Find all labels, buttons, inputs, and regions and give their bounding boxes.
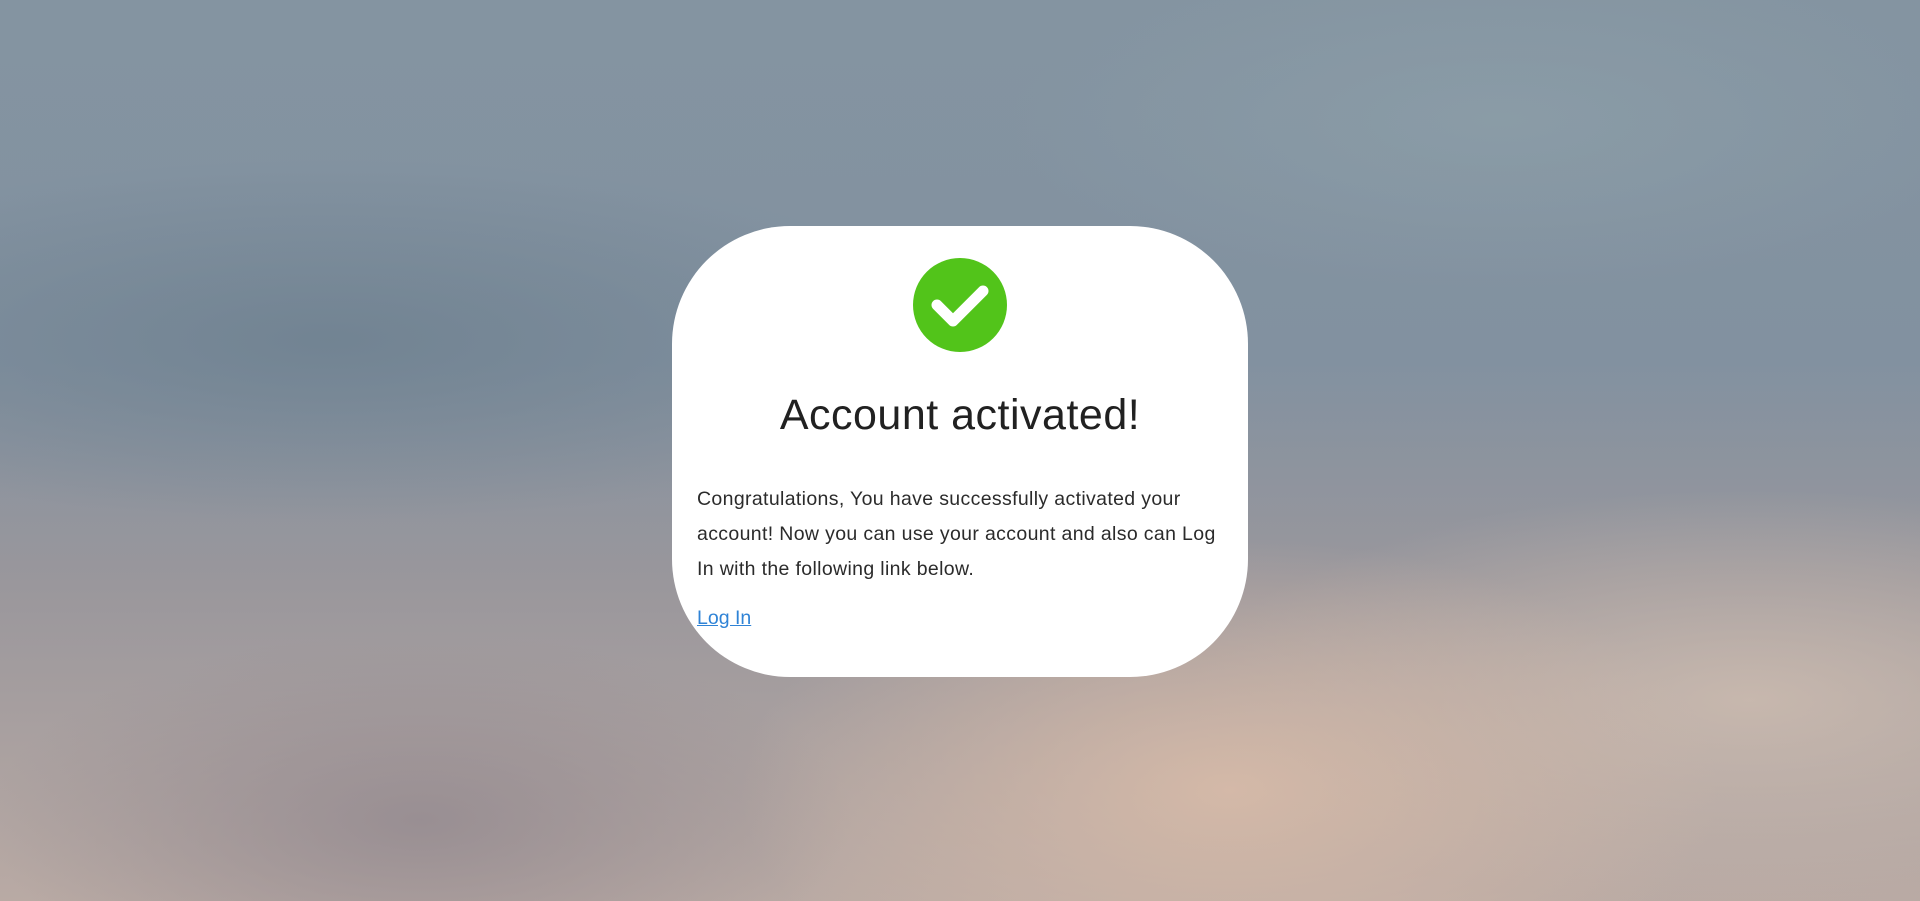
activation-card: Account activated! Congratulations, You …	[672, 226, 1248, 677]
login-link[interactable]: Log In	[697, 607, 751, 630]
page-title: Account activated!	[779, 391, 1141, 439]
check-circle-icon	[913, 258, 1007, 352]
activation-message: Congratulations, You have successfully a…	[697, 488, 1216, 581]
